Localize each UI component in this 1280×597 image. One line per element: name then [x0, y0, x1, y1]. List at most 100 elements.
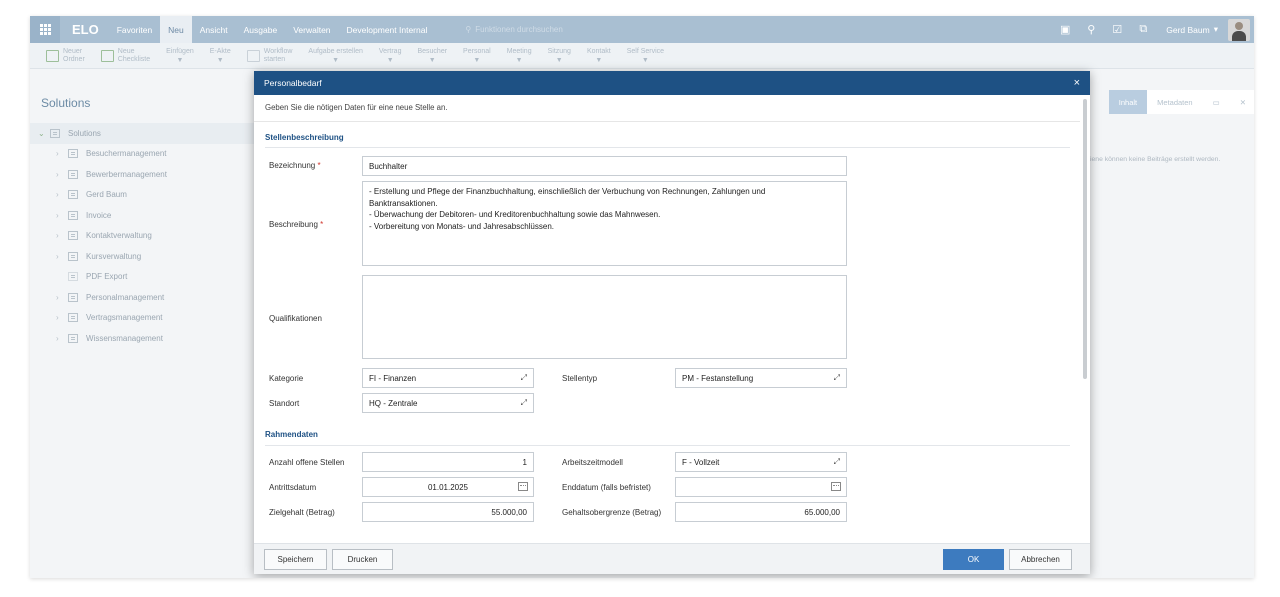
chevron-down-icon: ▼: [555, 56, 563, 64]
stellentyp-field[interactable]: PM - Festanstellung ⤢: [675, 368, 847, 388]
tree-root-solutions[interactable]: ⌄ Solutions: [30, 123, 255, 144]
kategorie-field[interactable]: FI - Finanzen ⤢: [362, 368, 534, 388]
label-arbeitszeitmodell: Arbeitszeitmodell: [562, 458, 623, 467]
search-icon: ⚲: [465, 25, 472, 34]
tab-verwalten[interactable]: Verwalten: [285, 16, 338, 43]
picker-icon[interactable]: ⤢: [834, 457, 840, 467]
folder-icon: [68, 169, 78, 179]
tab-metadaten[interactable]: Metadaten: [1147, 90, 1203, 114]
label-text: Bezeichnung: [269, 161, 316, 170]
ribbon-personal[interactable]: Personal ▼: [455, 47, 499, 65]
tree-item-personalmanagement[interactable]: › Personalmanagement: [30, 287, 255, 308]
ribbon-e-akte[interactable]: E-Akte ▼: [202, 47, 239, 65]
label-enddatum: Enddatum (falls befristet): [562, 483, 651, 492]
label-bezeichnung: Bezeichnung *: [269, 161, 321, 170]
ok-button[interactable]: OK: [943, 549, 1004, 570]
tree-item-besuchermanagement[interactable]: › Besuchermanagement: [30, 144, 255, 165]
tab-neu[interactable]: Neu: [160, 16, 192, 43]
antrittsdatum-field[interactable]: 01.01.2025: [362, 477, 534, 497]
tree-item-label: Kursverwaltung: [86, 251, 142, 261]
tree-item-label: Vertragsmanagement: [86, 313, 163, 323]
arbeitszeitmodell-field[interactable]: F - Vollzeit ⤢: [675, 452, 847, 472]
search-icon[interactable]: ⚲: [1078, 16, 1104, 43]
document-icon: [68, 272, 78, 282]
section-stellenbeschreibung: Stellenbeschreibung: [265, 133, 344, 142]
picker-icon[interactable]: ⤢: [834, 373, 840, 383]
window-icon[interactable]: ▭: [1202, 90, 1230, 114]
gehaltsobergrenze-field[interactable]: 65.000,00: [675, 502, 847, 522]
calendar-icon[interactable]: [518, 482, 528, 491]
chevron-right-icon: ›: [56, 292, 59, 302]
ribbon-workflow-starten[interactable]: Workflow starten: [239, 48, 301, 64]
folder-icon: [68, 333, 78, 343]
ribbon-label: Workflow starten: [263, 47, 293, 63]
beschreibung-textarea[interactable]: - Erstellung und Pflege der Finanzbuchha…: [362, 181, 847, 266]
close-icon[interactable]: ×: [1074, 77, 1080, 89]
tree-item-gerd-baum[interactable]: › Gerd Baum: [30, 185, 255, 206]
tasks-checkbox-icon[interactable]: ☑: [1104, 16, 1130, 43]
kategorie-value: FI - Finanzen: [369, 373, 417, 383]
function-search[interactable]: ⚲ Funktionen durchsuchen: [465, 25, 562, 34]
anzahl-field[interactable]: 1: [362, 452, 534, 472]
user-name: Gerd Baum: [1166, 24, 1210, 35]
close-icon[interactable]: ✕: [1229, 90, 1254, 114]
user-menu[interactable]: Gerd Baum ▾: [1156, 24, 1228, 35]
tree-item-pdf-export[interactable]: PDF Export: [30, 267, 255, 288]
enddatum-field[interactable]: [675, 477, 847, 497]
drucken-button[interactable]: Drucken: [332, 549, 393, 570]
abbrechen-button[interactable]: Abbrechen: [1009, 549, 1072, 570]
new-checklist-button[interactable]: Neue Checkliste: [93, 48, 158, 64]
tree-item-label: Kontaktverwaltung: [86, 231, 152, 241]
ribbon-label: Kontakt: [586, 47, 611, 55]
ribbon-vertrag[interactable]: Vertrag ▼: [371, 47, 410, 65]
avatar[interactable]: [1228, 18, 1250, 41]
picker-icon[interactable]: ⤢: [521, 373, 527, 383]
chevron-down-icon: ▼: [386, 56, 394, 64]
chevron-right-icon: ›: [56, 190, 59, 200]
tab-ansicht[interactable]: Ansicht: [192, 16, 236, 43]
ribbon-einfuegen[interactable]: Einfügen ▼: [158, 47, 202, 65]
tree-item-bewerbermanagement[interactable]: › Bewerbermanagement: [30, 164, 255, 185]
ribbon-label: E-Akte: [209, 47, 231, 55]
required-mark: *: [320, 220, 324, 229]
tab-inhalt[interactable]: Inhalt: [1108, 90, 1148, 114]
tree-item-kontaktverwaltung[interactable]: › Kontaktverwaltung: [30, 226, 255, 247]
standort-field[interactable]: HQ - Zentrale ⤢: [362, 393, 534, 413]
new-folder-button[interactable]: Neuer Ordner: [38, 48, 93, 64]
qualifikationen-textarea[interactable]: [362, 275, 847, 359]
bezeichnung-field[interactable]: Buchhalter: [362, 156, 847, 176]
chevron-right-icon: ›: [56, 169, 59, 179]
ribbon-sitzung[interactable]: Sitzung ▼: [540, 47, 579, 65]
label-kategorie: Kategorie: [269, 374, 304, 383]
folder-icon: [68, 231, 78, 241]
calendar-icon[interactable]: [831, 482, 841, 491]
ribbon-meeting[interactable]: Meeting ▼: [499, 47, 540, 65]
tree-item-wissensmanagement[interactable]: › Wissensmanagement: [30, 328, 255, 349]
label-qualifikationen: Qualifikationen: [269, 314, 322, 323]
tab-development-internal[interactable]: Development Internal: [339, 16, 436, 43]
label-anzahl: Anzahl offene Stellen: [269, 458, 345, 467]
zielgehalt-field[interactable]: 55.000,00: [362, 502, 534, 522]
tree-item-kursverwaltung[interactable]: › Kursverwaltung: [30, 246, 255, 267]
new-checklist-label: Neue Checkliste: [117, 47, 151, 63]
section-rahmendaten: Rahmendaten: [265, 430, 318, 439]
dialog-scrollbar[interactable]: [1083, 99, 1087, 379]
ribbon-self-service[interactable]: Self Service ▼: [619, 47, 672, 65]
ribbon-besucher[interactable]: Besucher ▼: [409, 47, 455, 65]
tree-item-invoice[interactable]: › Invoice: [30, 205, 255, 226]
speichern-button[interactable]: Speichern: [264, 549, 327, 570]
app-launcher-button[interactable]: [30, 16, 60, 43]
folder-icon: [68, 292, 78, 302]
tab-ausgabe[interactable]: Ausgabe: [236, 16, 286, 43]
scanner-icon[interactable]: ▣: [1052, 16, 1078, 43]
antrittsdatum-value: 01.01.2025: [427, 482, 469, 492]
tab-favoriten[interactable]: Favoriten: [109, 16, 160, 43]
ribbon-aufgabe-erstellen[interactable]: Aufgabe erstellen ▼: [300, 47, 370, 65]
ribbon-kontakt[interactable]: Kontakt ▼: [579, 47, 619, 65]
desktop-windows-icon[interactable]: ⧉: [1130, 16, 1156, 43]
tree-item-vertragsmanagement[interactable]: › Vertragsmanagement: [30, 308, 255, 329]
picker-icon[interactable]: ⤢: [521, 398, 527, 408]
tree-item-label: Bewerbermanagement: [86, 169, 167, 179]
ribbon-label: Self Service: [626, 47, 665, 55]
chevron-right-icon: ›: [56, 210, 59, 220]
